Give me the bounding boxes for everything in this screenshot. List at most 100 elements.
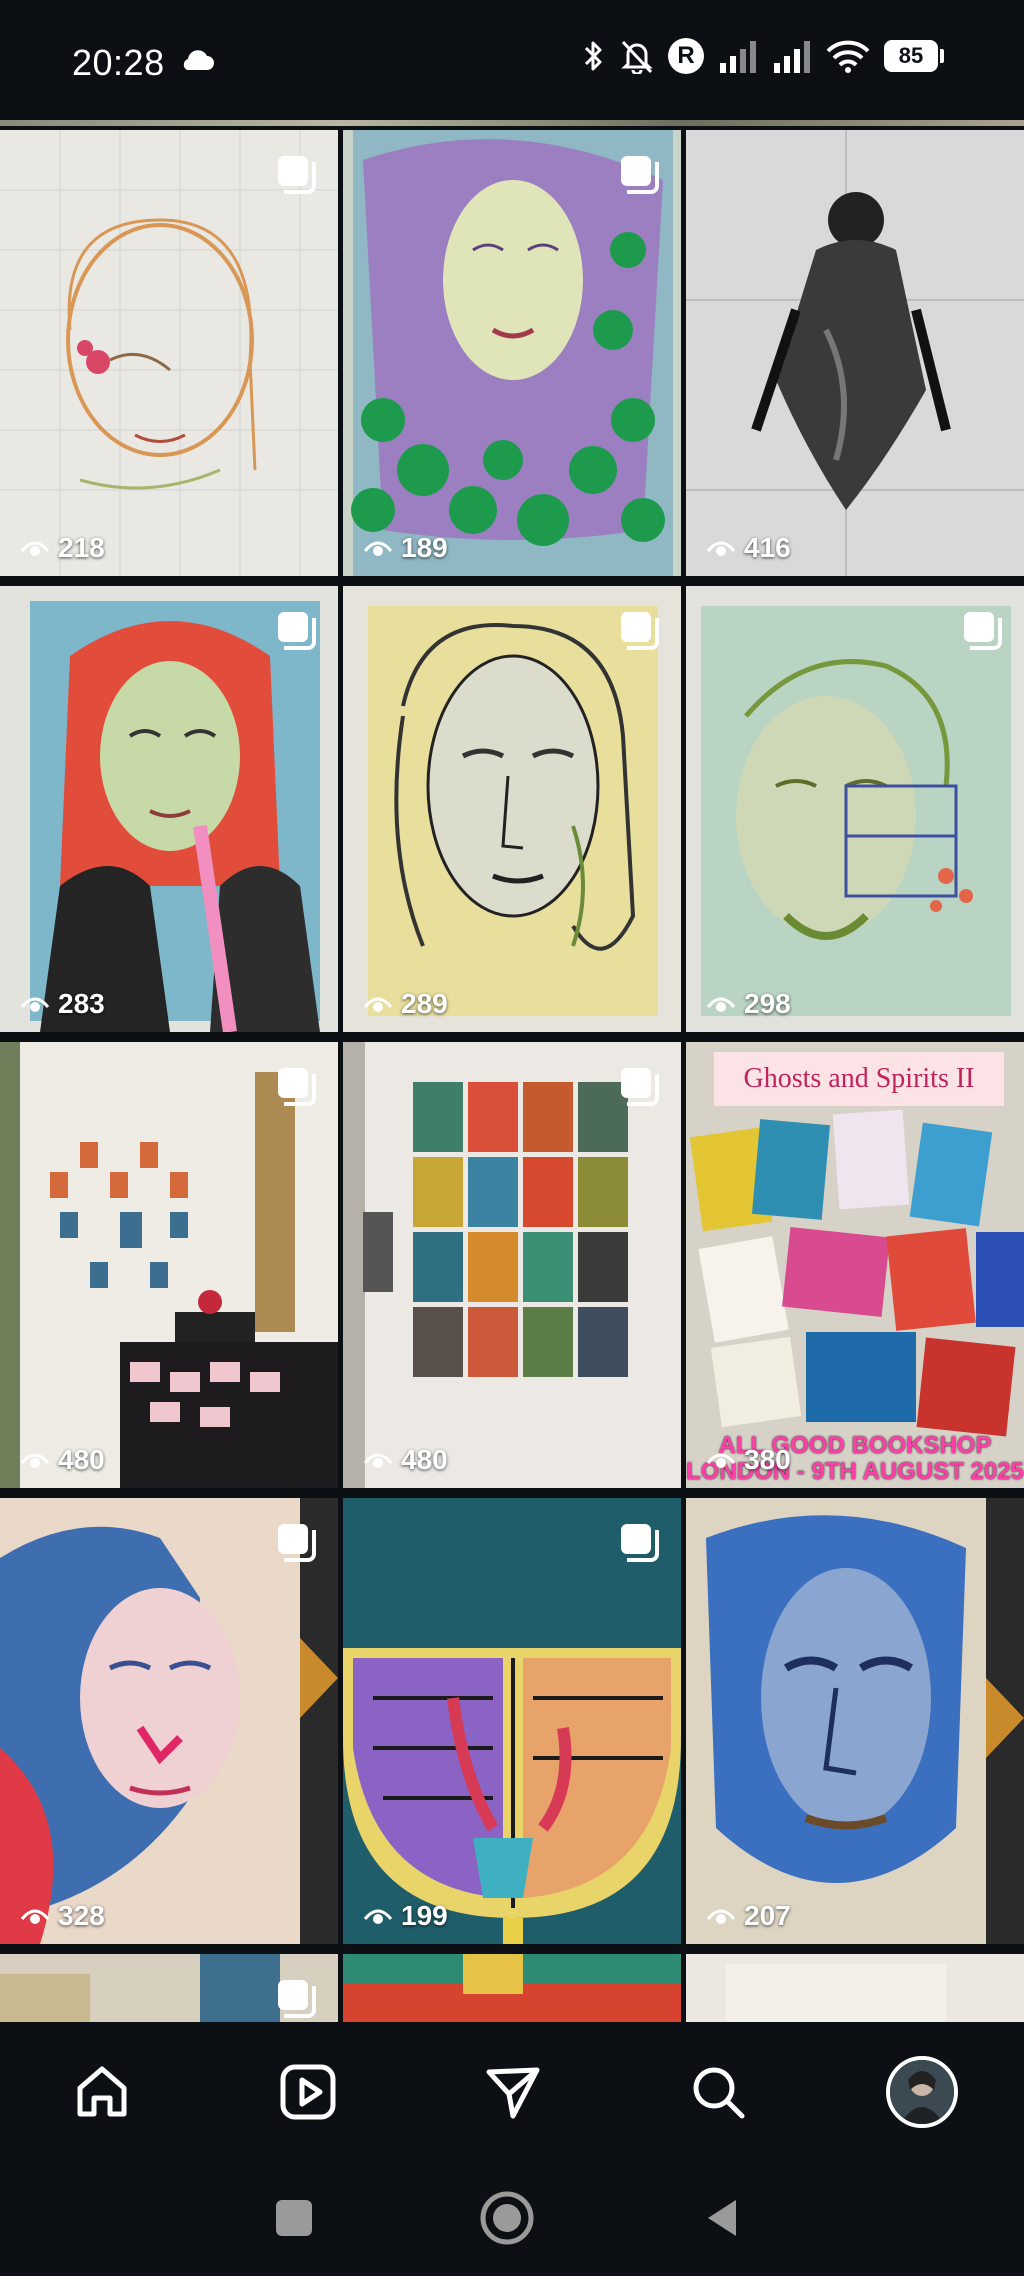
multiple-photos-icon	[964, 612, 1002, 650]
post-tile[interactable]: 416	[686, 130, 1024, 576]
bluetooth-icon	[584, 41, 602, 71]
reels-button[interactable]	[268, 2052, 348, 2132]
direct-messages-icon	[486, 2067, 540, 2119]
post-tile-partial[interactable]	[686, 1954, 1024, 2022]
post-tile[interactable]: 298	[686, 586, 1024, 1032]
search-button[interactable]	[678, 2052, 758, 2132]
carrier-r-icon: R	[668, 38, 704, 74]
post-image	[0, 130, 338, 576]
battery-icon: 85	[884, 40, 944, 72]
view-count: 283	[20, 988, 105, 1020]
battery-level: 85	[884, 40, 938, 72]
multiple-photos-icon	[278, 1980, 316, 2018]
multiple-photos-icon	[621, 156, 659, 194]
post-tile[interactable]: Ghosts and Spirits II ALL GOOD BOOKSHOP …	[686, 1042, 1024, 1488]
profile-button[interactable]	[882, 2052, 962, 2132]
direct-messages-button[interactable]	[473, 2052, 553, 2132]
system-navigation-bar	[0, 2162, 1024, 2276]
eye-icon	[363, 997, 393, 1012]
view-count-label: 298	[744, 988, 791, 1019]
view-count-label: 283	[58, 988, 105, 1019]
view-count-label: 328	[58, 1900, 105, 1931]
post-tile[interactable]: 480	[0, 1042, 338, 1488]
home-circle-icon	[480, 2191, 534, 2245]
post-image	[0, 1498, 338, 1944]
view-count-label: 380	[744, 1444, 791, 1475]
post-image	[686, 130, 1024, 576]
post-image	[343, 130, 681, 576]
view-count-label: 199	[401, 1900, 448, 1931]
view-count: 218	[20, 532, 105, 564]
home-system-button[interactable]	[475, 2186, 539, 2250]
multiple-photos-icon	[278, 1068, 316, 1106]
view-count: 199	[363, 1900, 448, 1932]
back-icon	[708, 2200, 736, 2236]
eye-icon	[706, 1453, 736, 1468]
cloud-icon	[183, 50, 214, 70]
post-tile[interactable]: 283	[0, 586, 338, 1032]
post-tile-partial[interactable]	[0, 1954, 338, 2022]
multiple-photos-icon	[278, 156, 316, 194]
eye-icon	[20, 541, 50, 556]
back-button[interactable]	[690, 2186, 754, 2250]
post-tile[interactable]: 328	[0, 1498, 338, 1944]
eye-icon	[706, 1909, 736, 1924]
recents-button[interactable]	[262, 2186, 326, 2250]
post-image	[686, 586, 1024, 1032]
home-icon	[77, 2066, 127, 2117]
signal-icon	[720, 41, 756, 73]
multiple-photos-icon	[278, 1524, 316, 1562]
multiple-photos-icon	[621, 1524, 659, 1562]
reels-icon	[280, 2064, 336, 2120]
eye-icon	[706, 541, 736, 556]
status-icons: R 85	[582, 38, 944, 74]
profile-post-grid[interactable]: 218 189 416 283 289 298 480 480 Ghosts a…	[0, 120, 1024, 2022]
post-image	[686, 1954, 1024, 2022]
view-count: 289	[363, 988, 448, 1020]
post-image	[0, 586, 338, 1032]
view-count: 480	[363, 1444, 448, 1476]
view-count-label: 480	[401, 1444, 448, 1475]
post-image	[0, 1042, 338, 1488]
eye-icon	[706, 997, 736, 1012]
post-image	[686, 1498, 1024, 1944]
home-button[interactable]	[62, 2052, 142, 2132]
post-tile[interactable]: 207	[686, 1498, 1024, 1944]
post-image	[343, 1954, 681, 2022]
post-tile-partial[interactable]	[343, 1954, 681, 2022]
eye-icon	[20, 1453, 50, 1468]
view-count-label: 207	[744, 1900, 791, 1931]
view-count: 480	[20, 1444, 105, 1476]
view-count: 380	[706, 1444, 791, 1476]
multiple-photos-icon	[621, 612, 659, 650]
view-count: 189	[363, 532, 448, 564]
recents-icon	[276, 2200, 312, 2236]
bell-off-icon	[621, 40, 653, 74]
view-count: 416	[706, 532, 791, 564]
post-image	[343, 586, 681, 1032]
multiple-photos-icon	[278, 612, 316, 650]
signal-icon	[774, 41, 810, 73]
post-image	[343, 1498, 681, 1944]
post-tile[interactable]: 480	[343, 1042, 681, 1488]
post-tile[interactable]: 189	[343, 130, 681, 576]
status-bar: 20:28 R 85	[0, 0, 1024, 120]
eye-icon	[20, 1909, 50, 1924]
post-tile[interactable]: 218	[0, 130, 338, 576]
poster-title: Ghosts and Spirits II	[714, 1052, 1004, 1106]
view-count: 328	[20, 1900, 105, 1932]
post-tile-partial[interactable]	[0, 120, 1024, 126]
view-count-label: 189	[401, 532, 448, 563]
post-tile[interactable]: 289	[343, 586, 681, 1032]
eye-icon	[20, 997, 50, 1012]
view-count: 298	[706, 988, 791, 1020]
bottom-navigation-bar	[0, 2022, 1024, 2162]
view-count: 207	[706, 1900, 791, 1932]
view-count-label: 289	[401, 988, 448, 1019]
post-image	[343, 1042, 681, 1488]
post-tile[interactable]: 199	[343, 1498, 681, 1944]
post-image	[686, 1042, 1024, 1488]
profile-avatar	[886, 2056, 958, 2128]
view-count-label: 218	[58, 532, 105, 563]
view-count-label: 416	[744, 532, 791, 563]
